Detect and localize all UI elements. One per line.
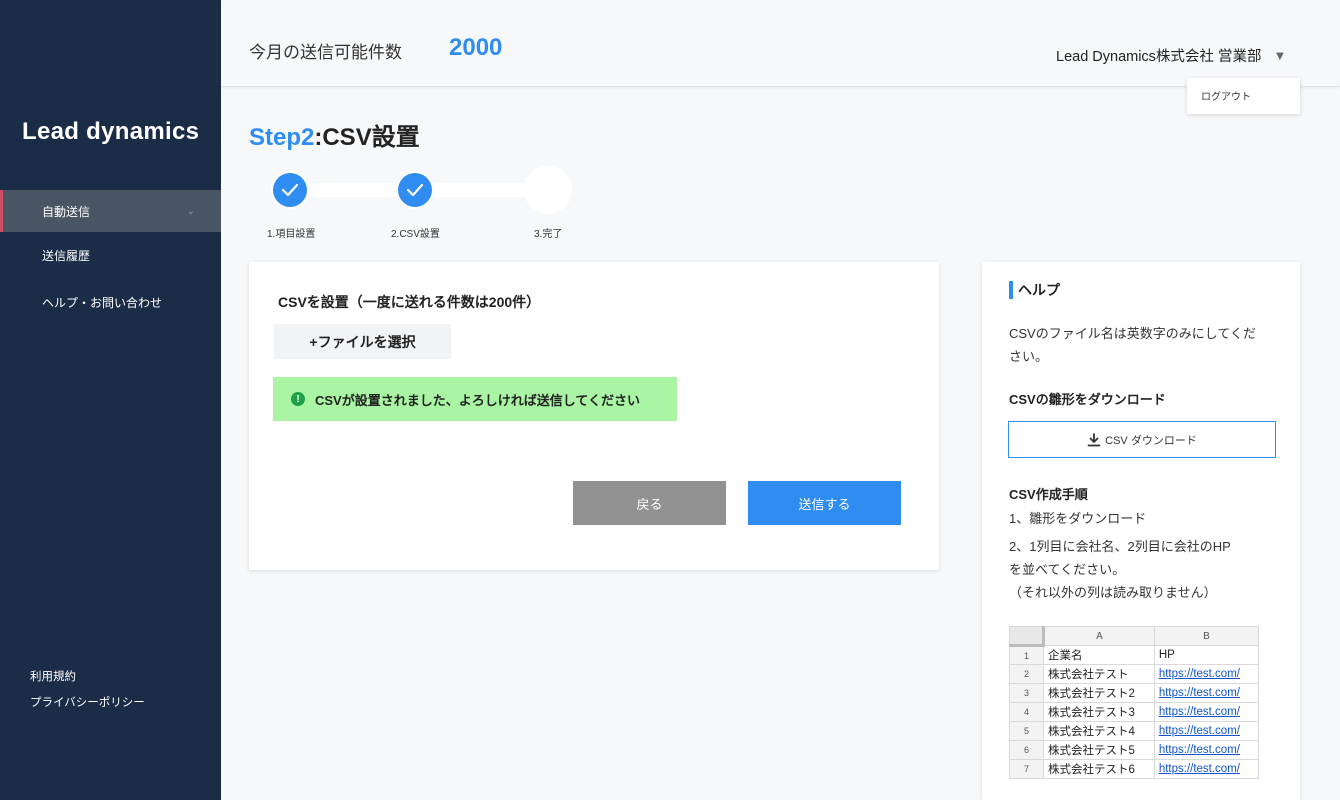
csv-download-label: CSV ダウンロード xyxy=(1105,434,1197,447)
sheet-cell: 株式会社テスト3 xyxy=(1043,702,1155,722)
top-header: 今月の送信可能件数 2000 Lead Dynamics株式会社 営業部 ▼ xyxy=(221,0,1340,87)
row-number: 1 xyxy=(1009,645,1044,665)
sidebar-item-label: 自動送信 xyxy=(42,204,91,219)
sidebar-nav: 自動送信 ⌄ 送信履歴 ヘルプ・お問い合わせ xyxy=(0,190,221,326)
filename-note-line: CSVのファイル名は英数字のみにしてくだ xyxy=(1009,326,1256,341)
step-label: 3.完了 xyxy=(534,229,563,240)
sheet-cell: HP xyxy=(1153,645,1260,665)
sheet-cell: 株式会社テスト xyxy=(1043,664,1155,684)
sheet-cell: 企業名 xyxy=(1043,645,1155,665)
filename-note: CSVのファイル名は英数字のみにしてくだ さい。 xyxy=(1009,322,1271,368)
table-row: 2 株式会社テスト https://test.com/ xyxy=(1009,664,1260,684)
sidebar: Lead dynamics 自動送信 ⌄ 送信履歴 ヘルプ・お問い合わせ 利用規… xyxy=(0,0,221,800)
template-heading: CSVの雛形をダウンロード xyxy=(1009,392,1166,407)
table-row: 7 株式会社テスト6 https://test.com/ xyxy=(1009,759,1260,779)
help-panel: ヘルプ CSVのファイル名は英数字のみにしてくだ さい。 CSVの雛形をダウンロ… xyxy=(982,262,1300,800)
sheet-column-header: B xyxy=(1153,626,1260,646)
terms-link[interactable]: 利用規約 xyxy=(30,668,145,694)
page-title: Step2:CSV設置 xyxy=(249,117,420,152)
sheet-link-cell: https://test.com/ xyxy=(1153,740,1260,760)
csv-step-line: 2、1列目に会社名、2列目に会社のHP xyxy=(1009,539,1231,554)
sidebar-item-help-contact[interactable]: ヘルプ・お問い合わせ xyxy=(0,279,221,326)
step-connector xyxy=(435,183,525,197)
csv-example-sheet: A B 1 企業名 HP 2 株式会社テスト https://test.com/… xyxy=(1009,626,1260,779)
csv-steps: 1、雛形をダウンロード 2、1列目に会社名、2列目に会社のHP を並べてください… xyxy=(1009,507,1231,604)
page-title-step: Step2 xyxy=(249,124,315,151)
csv-upload-title: CSVを設置（一度に送れる件数は200件） xyxy=(278,294,541,310)
sidebar-footer: 利用規約 プライバシーポリシー xyxy=(30,668,145,720)
help-title: ヘルプ xyxy=(1009,281,1060,299)
chevron-down-icon: ⌄ xyxy=(186,206,195,217)
sidebar-item-send-history[interactable]: 送信履歴 xyxy=(0,232,221,279)
filename-note-line: さい。 xyxy=(1009,349,1049,364)
step-2-indicator xyxy=(396,171,434,209)
sheet-cell: 株式会社テスト6 xyxy=(1043,759,1155,779)
sheet-link-cell: https://test.com/ xyxy=(1153,664,1260,684)
sheet-corner xyxy=(1009,626,1045,647)
success-alert-text: CSVが設置されました、よろしければ送信してください xyxy=(315,392,640,408)
row-number: 2 xyxy=(1009,664,1044,684)
check-icon xyxy=(281,183,299,197)
sheet-cell: 株式会社テスト4 xyxy=(1043,721,1155,741)
sidebar-item-auto-send[interactable]: 自動送信 ⌄ xyxy=(0,190,221,232)
privacy-policy-link[interactable]: プライバシーポリシー xyxy=(30,694,145,720)
success-alert: ! CSVが設置されました、よろしければ送信してください xyxy=(273,377,677,421)
table-row: 6 株式会社テスト5 https://test.com/ xyxy=(1009,740,1260,760)
row-number: 7 xyxy=(1009,759,1044,779)
sidebar-item-label: 送信履歴 xyxy=(42,249,91,263)
exclamation-icon: ! xyxy=(291,392,305,406)
step-label: 2.CSV設置 xyxy=(391,229,440,240)
row-number: 6 xyxy=(1009,740,1044,760)
table-row: 1 企業名 HP xyxy=(1009,645,1260,665)
quota-value: 2000 xyxy=(449,34,503,61)
send-button[interactable]: 送信する xyxy=(748,481,901,525)
progress-stepper: 1.項目設置 2.CSV設置 3.完了 xyxy=(249,165,589,245)
csv-step-line: を並べてください。 xyxy=(1009,562,1126,577)
sheet-link-cell: https://test.com/ xyxy=(1153,702,1260,722)
step-1-indicator xyxy=(271,171,309,209)
step-3-indicator xyxy=(524,166,572,214)
sheet-link-cell: https://test.com/ xyxy=(1153,759,1260,779)
step-label: 1.項目設置 xyxy=(267,229,316,240)
sidebar-item-label: ヘルプ・お問い合わせ xyxy=(42,296,163,310)
download-icon xyxy=(1087,432,1101,446)
csv-upload-card: CSVを設置（一度に送れる件数は200件） +ファイルを選択 ! CSVが設置さ… xyxy=(249,262,939,570)
table-row: 4 株式会社テスト3 https://test.com/ xyxy=(1009,702,1260,722)
check-icon xyxy=(406,183,424,197)
sheet-cell: 株式会社テスト2 xyxy=(1043,683,1155,703)
page-title-text: :CSV設置 xyxy=(314,124,420,151)
row-number: 4 xyxy=(1009,702,1044,722)
sheet-link-cell: https://test.com/ xyxy=(1153,721,1260,741)
caret-down-icon: ▼ xyxy=(1273,48,1287,63)
logout-menu-item[interactable]: ログアウト xyxy=(1187,78,1300,114)
select-file-button[interactable]: +ファイルを選択 xyxy=(274,324,451,359)
company-name: Lead Dynamics株式会社 営業部 xyxy=(1056,49,1262,65)
sheet-column-header: A xyxy=(1043,626,1155,646)
csv-download-button[interactable]: CSV ダウンロード xyxy=(1008,421,1276,458)
table-row: 3 株式会社テスト2 https://test.com/ xyxy=(1009,683,1260,703)
sheet-cell: 株式会社テスト5 xyxy=(1043,740,1155,760)
csv-step-line: 1、雛形をダウンロード xyxy=(1009,511,1147,526)
table-row: 5 株式会社テスト4 https://test.com/ xyxy=(1009,721,1260,741)
row-number: 3 xyxy=(1009,683,1044,703)
account-menu-toggle[interactable]: Lead Dynamics株式会社 営業部 ▼ xyxy=(1056,45,1286,66)
csv-step-line: （それ以外の列は読み取りません） xyxy=(1009,585,1217,600)
app-logo[interactable]: Lead dynamics xyxy=(22,118,199,146)
steps-heading: CSV作成手順 xyxy=(1009,487,1088,502)
row-number: 5 xyxy=(1009,721,1044,741)
sheet-link-cell: https://test.com/ xyxy=(1153,683,1260,703)
quota-label: 今月の送信可能件数 xyxy=(249,43,402,62)
back-button[interactable]: 戻る xyxy=(573,481,726,525)
